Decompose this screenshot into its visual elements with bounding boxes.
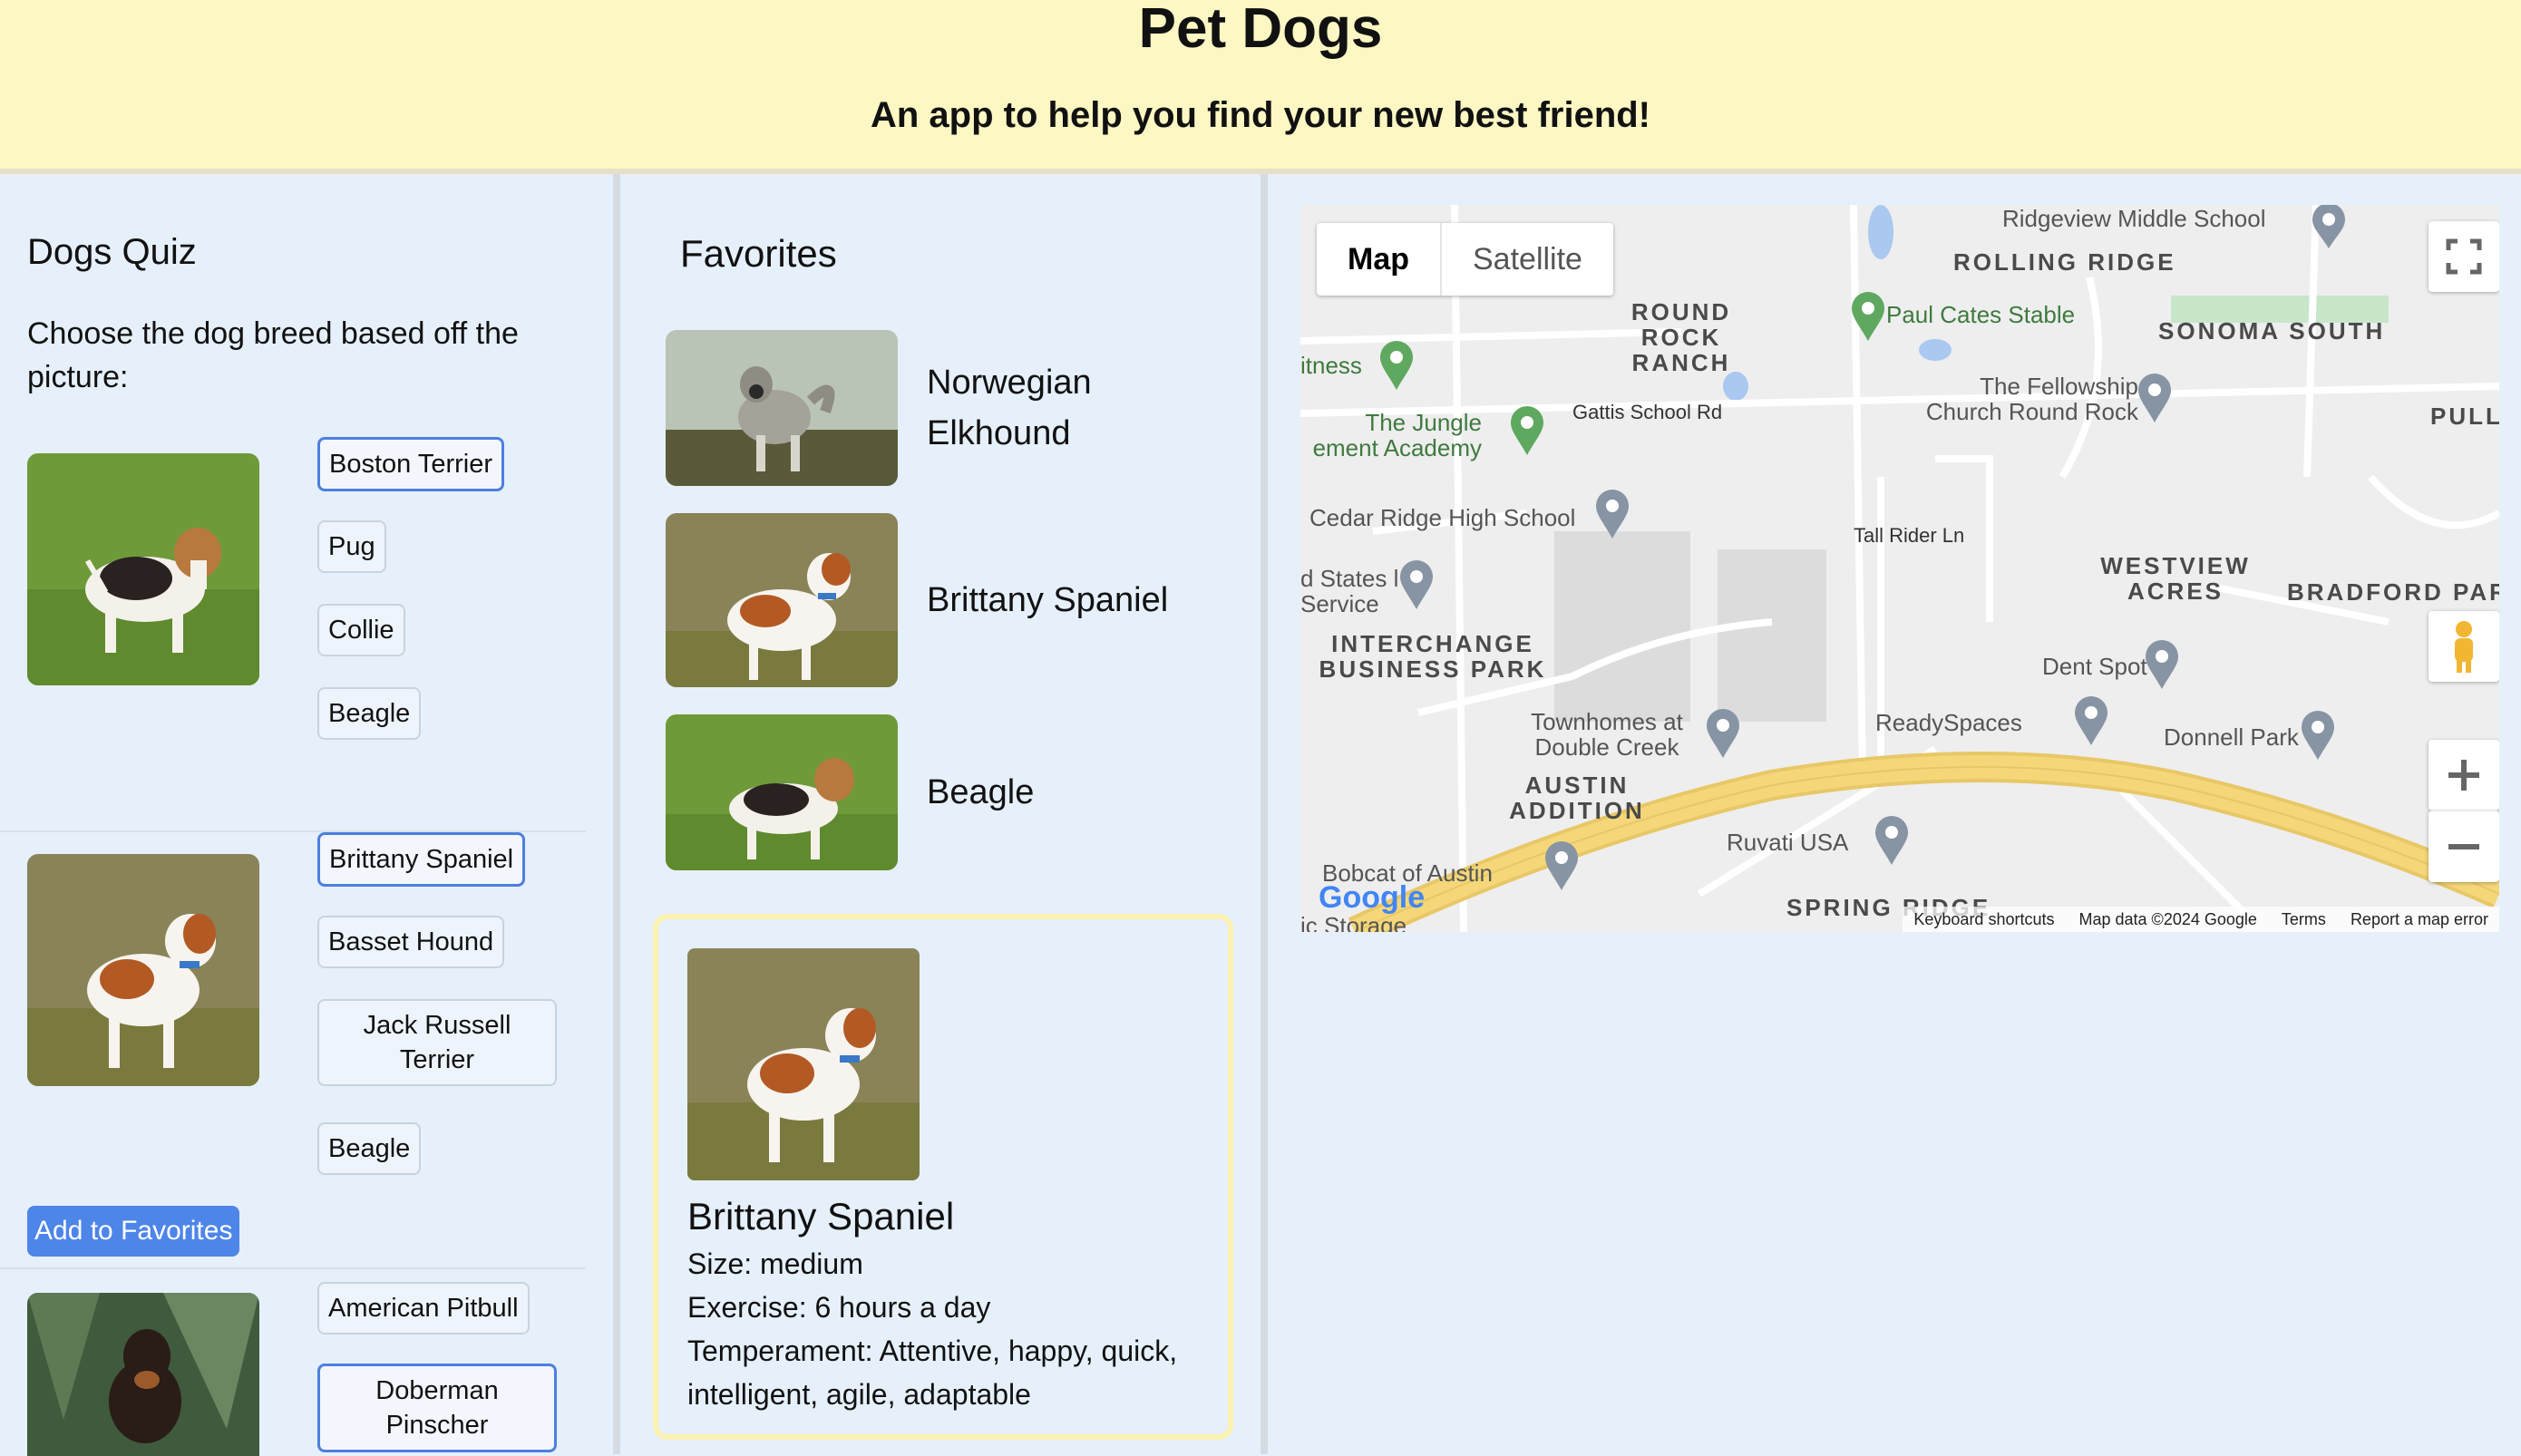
map-attribution: Keyboard shortcuts Map data ©2024 Google… bbox=[1903, 907, 2499, 932]
brittany-spaniel-photo-icon bbox=[666, 513, 898, 687]
map-pin-icon[interactable] bbox=[1543, 841, 1580, 892]
map-place-label: The Fellowship Church Round Rock bbox=[1912, 374, 2138, 424]
google-logo: Google bbox=[1319, 880, 1425, 916]
map-road-label: Tall Rider Ln bbox=[1854, 524, 1964, 548]
answer-option[interactable]: Beagle bbox=[317, 687, 421, 740]
map-panel: ROUND ROCK RANCH ROLLING RIDGE SONOMA SO… bbox=[1268, 174, 2521, 1454]
app-header: Pet Dogs An app to help you find your ne… bbox=[0, 0, 2521, 174]
map-area-label: SONOMA SOUTH bbox=[2158, 317, 2385, 345]
map-area-label: ROLLING RIDGE bbox=[1953, 248, 2176, 277]
elkhound-photo-icon bbox=[666, 330, 898, 486]
favorite-name: Brittany Spaniel bbox=[927, 575, 1168, 626]
map-pin-icon[interactable] bbox=[2137, 374, 2173, 424]
map-place-label: Townhomes at Double Creek bbox=[1516, 709, 1698, 760]
map-pin-icon[interactable] bbox=[1705, 709, 1741, 760]
street-view-pegman-icon[interactable] bbox=[2429, 611, 2499, 682]
map-road-label: Gattis School Rd bbox=[1572, 401, 1722, 424]
detail-breed-name: Brittany Spaniel bbox=[687, 1191, 954, 1242]
map-place-label: Paul Cates Stable bbox=[1886, 301, 2075, 329]
map-place-label: itness bbox=[1300, 352, 1362, 380]
zoom-out-icon[interactable] bbox=[2429, 811, 2499, 882]
favorite-name: Norwegian Elkhound bbox=[927, 357, 1217, 459]
map-type-satellite-button[interactable]: Satellite bbox=[1442, 223, 1613, 296]
fullscreen-icon[interactable] bbox=[2429, 221, 2499, 292]
map-pin-icon[interactable] bbox=[2144, 640, 2180, 691]
brittany-spaniel-photo-icon bbox=[27, 854, 259, 1086]
answer-option[interactable]: Jack Russell Terrier bbox=[317, 999, 557, 1086]
map-area-label: BRADFORD PAR bbox=[2287, 578, 2499, 607]
brittany-spaniel-photo-icon bbox=[687, 948, 920, 1180]
map-place-label: Dent Spot bbox=[2042, 653, 2147, 681]
favorite-item[interactable]: Brittany Spaniel bbox=[666, 513, 1228, 687]
answer-option[interactable]: Beagle bbox=[317, 1122, 421, 1175]
favorites-panel: Favorites Norwegian Elkhound bbox=[620, 174, 1268, 1454]
map-area-label: ROUND ROCK RANCH bbox=[1591, 299, 1772, 375]
quiz-question: Brittany Spaniel Basset Hound Jack Russe… bbox=[0, 830, 586, 1269]
map-pin-icon[interactable] bbox=[2073, 696, 2109, 747]
map-pin-icon[interactable] bbox=[1874, 816, 1910, 867]
map-pin-icon[interactable] bbox=[1594, 490, 1630, 540]
answer-option[interactable]: Pug bbox=[317, 520, 386, 573]
map-place-label: Cedar Ridge High School bbox=[1309, 504, 1575, 532]
detail-size: Size: medium bbox=[687, 1242, 1222, 1286]
map-place-label: d States l Service bbox=[1300, 566, 1400, 616]
keyboard-shortcuts-link[interactable]: Keyboard shortcuts bbox=[1913, 910, 2054, 928]
quiz-title: Dogs Quiz bbox=[27, 232, 197, 273]
map-type-control: Map Satellite bbox=[1317, 223, 1613, 296]
breed-detail-card: Brittany Spaniel Size: medium Exercise: … bbox=[653, 914, 1233, 1440]
quiz-question: Boston Terrier Pug Collie Beagle Add to … bbox=[0, 437, 586, 821]
map-data-credit: Map data ©2024 Google bbox=[2079, 910, 2257, 928]
app-title: Pet Dogs bbox=[0, 0, 2521, 63]
map-pin-icon[interactable] bbox=[2311, 205, 2347, 250]
favorites-title: Favorites bbox=[680, 232, 837, 276]
map-area-label: AUSTIN ADDITION bbox=[1491, 772, 1663, 823]
quiz-panel: Dogs Quiz Choose the dog breed based off… bbox=[0, 174, 620, 1454]
quiz-instructions: Choose the dog breed based off the pictu… bbox=[27, 312, 571, 399]
map-place-label: Ridgeview Middle School bbox=[2002, 205, 2265, 233]
answer-option[interactable]: Brittany Spaniel bbox=[317, 832, 525, 887]
map-pin-icon[interactable] bbox=[1850, 292, 1886, 343]
map-place-label: Donnell Park bbox=[2164, 723, 2299, 752]
beagle-photo-icon bbox=[27, 453, 259, 685]
answer-option[interactable]: American Pitbull bbox=[317, 1282, 530, 1335]
report-map-error-link[interactable]: Report a map error bbox=[2351, 910, 2488, 928]
map-pin-icon[interactable] bbox=[2300, 711, 2336, 762]
add-to-favorites-button[interactable]: Add to Favorites bbox=[27, 1206, 239, 1257]
map-place-label: Ruvati USA bbox=[1727, 829, 1848, 857]
answer-option[interactable]: Collie bbox=[317, 604, 405, 656]
google-map[interactable]: ROUND ROCK RANCH ROLLING RIDGE SONOMA SO… bbox=[1300, 205, 2499, 932]
terms-link[interactable]: Terms bbox=[2282, 910, 2326, 928]
map-place-label: The Jungle ement Academy bbox=[1300, 410, 1482, 461]
beagle-photo-icon bbox=[666, 714, 898, 870]
favorite-item[interactable]: Norwegian Elkhound bbox=[666, 330, 1228, 486]
favorite-name: Beagle bbox=[927, 767, 1034, 818]
answer-option[interactable]: Boston Terrier bbox=[317, 437, 504, 491]
answer-option[interactable]: Basset Hound bbox=[317, 916, 504, 968]
map-place-label: ReadySpaces bbox=[1875, 709, 2022, 737]
answer-option[interactable]: Doberman Pinscher bbox=[317, 1364, 557, 1452]
map-type-map-button[interactable]: Map bbox=[1317, 223, 1442, 296]
map-area-label: INTERCHANGE BUSINESS PARK bbox=[1315, 631, 1551, 682]
map-area-label: PULL bbox=[2430, 403, 2499, 431]
favorite-item[interactable]: Beagle bbox=[666, 714, 1228, 870]
detail-exercise: Exercise: 6 hours a day bbox=[687, 1286, 1222, 1329]
map-pin-icon[interactable] bbox=[1398, 560, 1435, 611]
map-area-label: WESTVIEW ACRES bbox=[2089, 553, 2262, 604]
detail-temperament: Temperament: Attentive, happy, quick, in… bbox=[687, 1329, 1222, 1416]
doberman-photo-icon bbox=[27, 1293, 259, 1456]
quiz-question: American Pitbull Doberman Pinscher bbox=[0, 1267, 586, 1456]
map-pin-icon[interactable] bbox=[1378, 341, 1415, 392]
zoom-in-icon[interactable] bbox=[2429, 740, 2499, 811]
app-subtitle: An app to help you find your new best fr… bbox=[0, 91, 2521, 140]
map-pin-icon[interactable] bbox=[1509, 406, 1545, 457]
